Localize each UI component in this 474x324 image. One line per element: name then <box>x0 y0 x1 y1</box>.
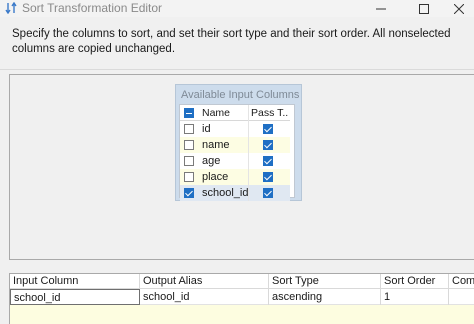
close-button[interactable] <box>444 0 474 17</box>
column-name: id <box>202 123 211 135</box>
list-item[interactable]: name <box>180 137 290 153</box>
maximize-icon <box>419 3 429 14</box>
pass-through-checkbox-age[interactable] <box>263 156 273 166</box>
comparison-cell[interactable] <box>449 289 474 305</box>
header-comparison: Com <box>452 275 474 287</box>
new-row-area[interactable] <box>10 305 474 324</box>
list-item[interactable]: id <box>180 121 290 137</box>
list-item[interactable]: school_id <box>180 185 290 201</box>
header-divider <box>0 69 474 70</box>
pass-through-checkbox-name[interactable] <box>263 140 273 150</box>
sort-transform-icon <box>5 2 17 14</box>
available-columns-panel[interactable]: Available Input Columns Name Pass T... i… <box>175 84 302 201</box>
header-input-column: Input Column <box>10 274 140 289</box>
minimize-icon <box>376 8 386 9</box>
header-sort-type: Sort Type <box>269 274 381 289</box>
sort-columns-grid: Input Column Output Alias Sort Type Sort… <box>9 273 474 324</box>
select-checkbox-age[interactable] <box>184 156 194 166</box>
column-name: place <box>202 171 229 183</box>
sort-type-cell[interactable]: ascending <box>269 289 381 305</box>
column-name: name <box>202 139 230 151</box>
available-columns-grid: Name Pass T... id name age place school_… <box>179 104 295 201</box>
instructions-text: Specify the columns to sort, and set the… <box>12 28 451 55</box>
select-checkbox-school-id[interactable] <box>184 188 194 198</box>
sort-grid-header: Input Column Output Alias Sort Type Sort… <box>10 274 474 289</box>
header-output-alias: Output Alias <box>140 274 269 289</box>
column-header-pass-through: Pass T... <box>248 104 288 121</box>
column-header-name: Name <box>202 106 231 119</box>
close-icon <box>454 3 464 14</box>
title-bar: Sort Transformation Editor <box>0 0 474 17</box>
maximize-button[interactable] <box>409 0 439 17</box>
list-item[interactable]: place <box>180 169 290 185</box>
select-checkbox-place[interactable] <box>184 172 194 182</box>
header-sort-order: Sort Order <box>381 274 449 289</box>
select-all-checkbox[interactable] <box>184 107 194 118</box>
window-title: Sort Transformation Editor <box>22 1 163 15</box>
select-checkbox-name[interactable] <box>184 140 194 150</box>
select-all-cell[interactable] <box>180 105 200 121</box>
pass-through-checkbox-id[interactable] <box>263 124 273 134</box>
column-name: age <box>202 155 221 167</box>
input-column-cell[interactable]: school_id <box>10 289 140 305</box>
select-checkbox-id[interactable] <box>184 124 194 134</box>
column-name: school_id <box>202 187 248 199</box>
table-row[interactable]: school_id school_id ascending 1 <box>10 289 474 305</box>
grid-header-row: Name Pass T... <box>180 104 290 121</box>
sort-order-cell[interactable]: 1 <box>381 289 449 305</box>
pass-through-checkbox-place[interactable] <box>263 172 273 182</box>
pass-through-checkbox-school-id[interactable] <box>263 188 273 198</box>
list-item[interactable]: age <box>180 153 290 169</box>
available-columns-header: Available Input Columns <box>181 89 300 101</box>
output-alias-cell[interactable]: school_id <box>140 289 269 305</box>
minimize-button[interactable] <box>366 0 396 17</box>
